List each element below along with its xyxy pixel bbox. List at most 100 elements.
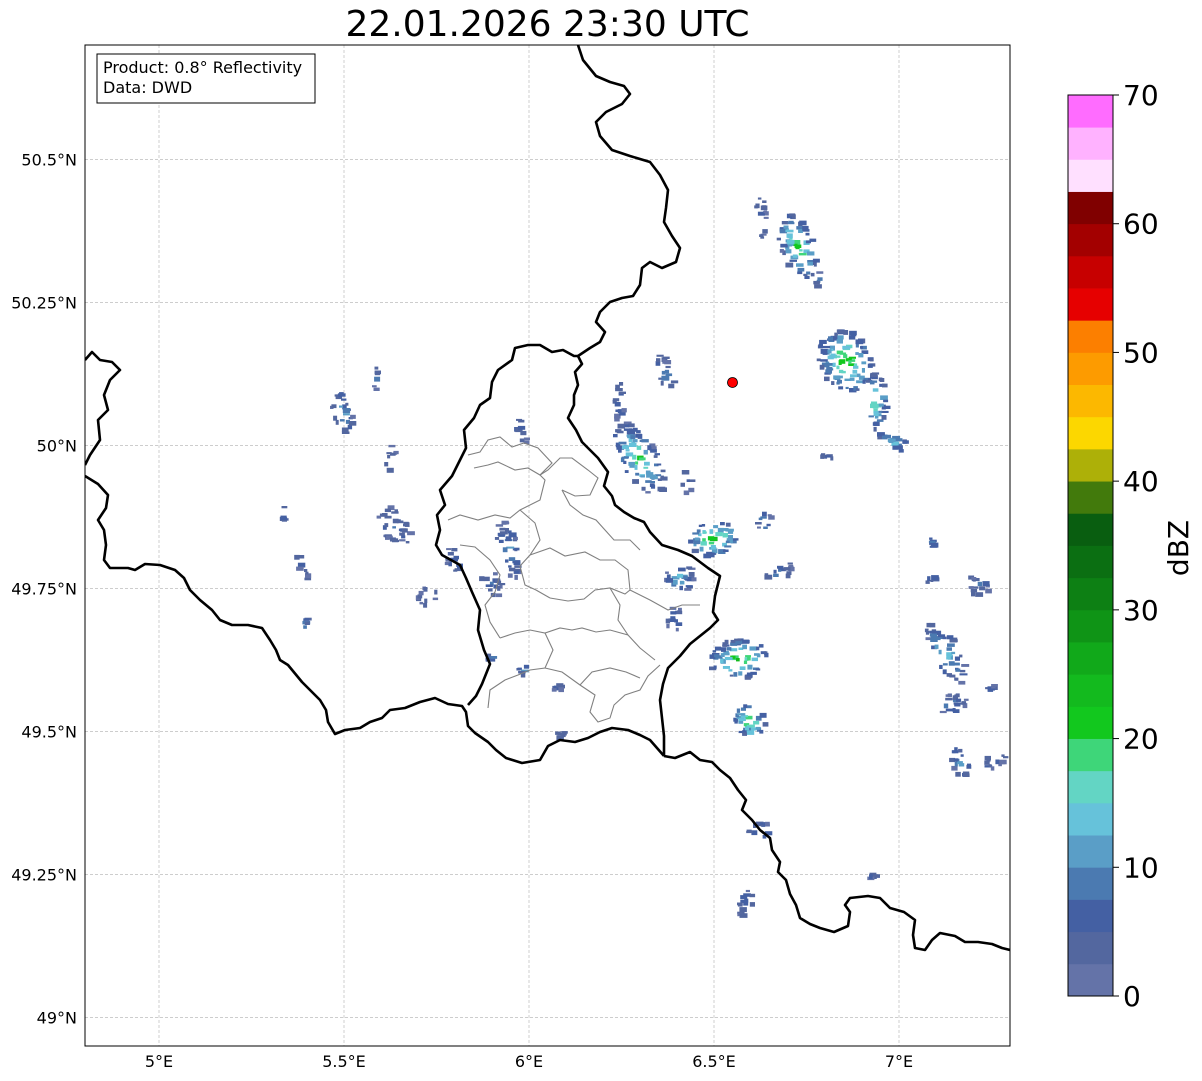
echo-pixel bbox=[501, 520, 509, 525]
echo-pixel bbox=[816, 358, 821, 362]
echo-pixel bbox=[485, 584, 493, 587]
colorbar-bin bbox=[1068, 674, 1113, 707]
echo-pixel bbox=[621, 408, 627, 413]
echo-pixel bbox=[869, 358, 874, 362]
echo-pixel bbox=[984, 755, 991, 761]
echo-pixel bbox=[710, 545, 716, 550]
lon-tick-label: 6°E bbox=[515, 1052, 543, 1071]
colorbar-tick-label: 20 bbox=[1123, 723, 1159, 756]
echo-pixel bbox=[632, 439, 638, 443]
echo-pixel bbox=[831, 381, 835, 385]
radar-site-marker bbox=[727, 377, 738, 388]
echo-pixel bbox=[331, 404, 337, 409]
echo-pixel bbox=[448, 563, 452, 567]
echo-pixel bbox=[656, 354, 664, 357]
echo-pixel bbox=[796, 263, 804, 267]
echo-pixel bbox=[869, 874, 873, 880]
echo-pixel bbox=[836, 339, 843, 344]
echo-pixel bbox=[734, 638, 742, 642]
echo-pixel bbox=[853, 363, 858, 367]
echo-pixel bbox=[798, 229, 803, 233]
echo-pixel bbox=[767, 514, 772, 517]
echo-pixel bbox=[623, 460, 627, 464]
echo-pixel bbox=[838, 360, 842, 365]
echo-pixel bbox=[725, 540, 730, 544]
echo-pixel bbox=[516, 418, 523, 421]
echo-pixel bbox=[778, 569, 782, 572]
echo-pixel bbox=[764, 652, 769, 658]
echo-pixel bbox=[726, 528, 734, 532]
echo-pixel bbox=[479, 576, 485, 582]
colorbar-bin bbox=[1068, 223, 1113, 257]
echo-pixel bbox=[739, 666, 746, 670]
echo-pixel bbox=[955, 668, 961, 672]
echo-pixel bbox=[742, 644, 747, 650]
echo-pixel bbox=[872, 388, 879, 392]
echo-pixel bbox=[799, 220, 807, 226]
echo-pixel bbox=[694, 537, 700, 541]
echo-pixel bbox=[760, 236, 765, 239]
echo-pixel bbox=[807, 251, 815, 256]
echo-pixel bbox=[805, 240, 811, 244]
echo-pixel bbox=[675, 622, 683, 626]
echo-pixel bbox=[955, 771, 961, 777]
echo-pixel bbox=[745, 726, 750, 731]
echo-pixel bbox=[713, 525, 719, 529]
echo-pixel bbox=[834, 332, 838, 337]
echo-pixel bbox=[424, 598, 428, 603]
echo-pixel bbox=[970, 588, 978, 593]
echo-pixel bbox=[493, 572, 498, 576]
echo-pixel bbox=[376, 515, 382, 519]
echo-pixel bbox=[423, 603, 428, 608]
echo-pixel bbox=[507, 573, 513, 578]
echo-pixel bbox=[884, 434, 891, 439]
echo-pixel bbox=[939, 710, 947, 714]
echo-pixel bbox=[749, 646, 757, 651]
echo-pixel bbox=[691, 577, 697, 582]
echo-pixel bbox=[720, 658, 724, 664]
echo-pixel bbox=[661, 370, 666, 375]
lat-tick-label: 49.5°N bbox=[21, 722, 77, 741]
echo-pixel bbox=[637, 434, 643, 439]
echo-pixel bbox=[520, 430, 527, 436]
echo-pixel bbox=[650, 484, 656, 489]
echo-pixel bbox=[702, 531, 707, 534]
echo-pixel bbox=[869, 380, 875, 385]
colorbar-bin bbox=[1068, 899, 1113, 933]
echo-pixel bbox=[943, 703, 949, 709]
echo-pixel bbox=[675, 627, 679, 632]
echo-pixel bbox=[304, 621, 310, 625]
echo-pixel bbox=[661, 375, 670, 381]
lat-tick-label: 50.25°N bbox=[11, 293, 77, 312]
echo-pixel bbox=[508, 565, 512, 568]
echo-pixel bbox=[849, 377, 855, 381]
echo-pixel bbox=[294, 554, 300, 560]
echo-pixel bbox=[403, 521, 409, 525]
echo-pixel bbox=[787, 233, 793, 239]
echo-pixel bbox=[982, 581, 990, 586]
echo-pixel bbox=[855, 388, 860, 391]
echo-pixel bbox=[762, 229, 768, 234]
echo-pixel bbox=[281, 506, 288, 509]
echo-pixel bbox=[736, 658, 740, 662]
echo-pixel bbox=[639, 457, 646, 461]
echo-pixel bbox=[613, 434, 618, 438]
echo-pixel bbox=[762, 511, 767, 517]
colorbar-bin bbox=[1068, 159, 1113, 192]
echo-pixel bbox=[303, 625, 307, 629]
echo-pixel bbox=[688, 487, 695, 493]
echo-pixel bbox=[386, 452, 392, 455]
echo-pixel bbox=[709, 529, 714, 534]
echo-pixel bbox=[714, 646, 722, 651]
echo-pixel bbox=[736, 708, 741, 713]
echo-pixel bbox=[951, 765, 958, 771]
echo-pixel bbox=[960, 754, 964, 757]
echo-pixel bbox=[758, 644, 764, 648]
echo-pixel bbox=[508, 557, 516, 561]
info-source: Data: DWD bbox=[103, 78, 192, 97]
lat-tick-label: 49.25°N bbox=[11, 865, 77, 884]
echo-pixel bbox=[374, 376, 381, 382]
echo-pixel bbox=[303, 618, 310, 621]
echo-pixel bbox=[843, 330, 849, 335]
echo-pixel bbox=[724, 545, 732, 548]
